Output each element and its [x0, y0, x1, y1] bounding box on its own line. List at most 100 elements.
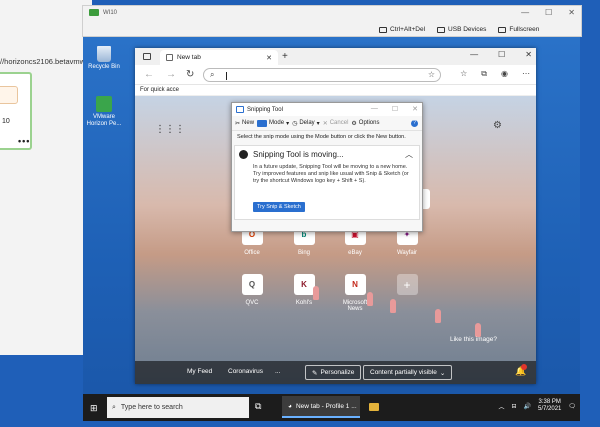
taskbar-search-box[interactable]: ⌕ Type here to search: [107, 397, 249, 418]
notice-title: Snipping Tool is moving...: [253, 150, 344, 160]
microsoft-news-icon: N: [344, 274, 366, 295]
host-card-more-button[interactable]: •••: [18, 136, 30, 146]
edge-maximize-button[interactable]: ☐: [498, 50, 505, 59]
new-tab-button[interactable]: +: [282, 51, 288, 62]
kohls-icon: K: [293, 274, 315, 295]
clock-time: 3:38 PM: [538, 399, 561, 405]
tab-my-feed[interactable]: My Feed: [187, 368, 212, 375]
personalize-button[interactable]: ✎ Personalize: [305, 365, 362, 380]
fullscreen-button[interactable]: Fullscreen: [498, 26, 539, 33]
tab-new-tab[interactable]: New tab ✕: [160, 50, 278, 65]
forward-button[interactable]: →: [166, 69, 176, 80]
desktop-icon-recycle-bin[interactable]: Recycle Bin: [86, 46, 122, 71]
content-visibility-dropdown[interactable]: Content partially visible ⌄: [363, 365, 453, 380]
add-quick-link-button[interactable]: +: [387, 274, 427, 300]
snip-close-button[interactable]: ✕: [412, 105, 418, 113]
cancel-icon: ✕: [322, 120, 328, 127]
background-flamingo: [313, 286, 319, 300]
snipping-tool-window: Snipping Tool — ☐ ✕ ✂ New Mode ▾ ◷ Delay ▾ ✕…: [231, 102, 423, 232]
back-button[interactable]: ←: [144, 69, 154, 80]
vm-window-controls: — ☐ ✕: [521, 8, 575, 17]
tile-label: eBay: [348, 250, 362, 256]
tile-label: Kohl's: [295, 300, 313, 306]
usb-devices-label: USB Devices: [448, 26, 487, 33]
more-topics-button[interactable]: ...: [275, 368, 280, 375]
vm-client-window: WI10 — ☐ ✕ Ctrl+Alt+Del USB Devices Full…: [82, 5, 582, 37]
vm-title-text: WI10: [103, 9, 118, 16]
notification-badge: [521, 364, 527, 370]
remote-desktop: Recycle Bin VMware Horizon Pe... New tab…: [83, 37, 580, 421]
plus-icon: +: [396, 274, 418, 295]
new-snip-icon: ✂: [235, 120, 241, 127]
favorite-star-icon[interactable]: ☆: [428, 70, 435, 79]
tab-actions-icon[interactable]: [143, 53, 151, 60]
page-settings-icon[interactable]: ⚙: [493, 120, 502, 131]
host-desktop-card[interactable]: 10 •••: [0, 72, 32, 150]
app-launcher-icon[interactable]: ⋮⋮⋮: [155, 124, 185, 135]
snipping-tool-title: Snipping Tool: [247, 106, 283, 113]
quick-link-qvc[interactable]: Q QVC: [232, 274, 272, 306]
task-view-icon[interactable]: ⧉: [255, 401, 261, 412]
tray-overflow-icon[interactable]: ︿: [498, 402, 504, 411]
address-input[interactable]: ⌕ ☆: [203, 68, 441, 82]
favorites-icon[interactable]: ☆: [460, 69, 467, 79]
desktop-icon-label: Recycle Bin: [88, 64, 120, 70]
tab-title: New tab: [177, 54, 201, 61]
network-icon[interactable]: ⊟: [512, 403, 517, 410]
edge-minimize-button[interactable]: —: [470, 50, 478, 59]
mode-button[interactable]: Mode ▾: [257, 119, 289, 127]
taskbar: ⊞ ⌕ Type here to search ⧉ ◕ New tab - Pr…: [83, 394, 580, 421]
profile-icon[interactable]: ◉: [501, 69, 508, 79]
keyboard-icon: [379, 26, 387, 33]
options-button[interactable]: ⚙ Options: [351, 120, 379, 127]
tile-label: Wayfair: [396, 250, 418, 256]
taskbar-app-label: New tab - Profile 1 ...: [295, 402, 357, 410]
taskbar-edge-app[interactable]: ◕ New tab - Profile 1 ...: [282, 396, 360, 418]
edge-app-icon: ◕: [288, 402, 292, 410]
cancel-button[interactable]: ✕ Cancel: [323, 120, 349, 127]
collections-icon[interactable]: ⧉: [481, 69, 487, 79]
ctrl-alt-del-button[interactable]: Ctrl+Alt+Del: [379, 26, 425, 33]
like-this-image-link[interactable]: Like this image?: [450, 336, 497, 343]
delay-button[interactable]: ◷ Delay ▾: [292, 120, 320, 127]
favorites-bar: For quick acce: [135, 85, 536, 96]
tab-close-button[interactable]: ✕: [266, 54, 272, 62]
usb-devices-button[interactable]: USB Devices: [437, 26, 486, 33]
edge-close-button[interactable]: ✕: [525, 50, 532, 59]
personalize-label: Personalize: [320, 369, 355, 376]
new-snip-button[interactable]: ✂ New: [235, 120, 254, 127]
mode-icon: [257, 119, 268, 127]
tab-coronavirus[interactable]: Coronavirus: [228, 368, 263, 375]
new-tab-favicon-icon: [166, 54, 173, 61]
action-center-icon[interactable]: 🗨: [568, 403, 576, 410]
taskbar-search-placeholder: Type here to search: [120, 404, 183, 411]
try-snip-sketch-button[interactable]: Try Snip & Sketch: [253, 202, 305, 213]
more-menu-icon[interactable]: ⋯: [522, 69, 530, 79]
clock-icon: ◷: [292, 120, 298, 127]
fullscreen-label: Fullscreen: [509, 26, 540, 33]
host-card-number: 10: [2, 118, 10, 125]
snip-maximize-button[interactable]: ☐: [392, 105, 398, 113]
start-button[interactable]: ⊞: [90, 403, 98, 414]
clock[interactable]: 3:38 PM 5/7/2021: [538, 399, 561, 413]
file-explorer-icon[interactable]: [369, 403, 379, 411]
snip-instruction: Select the snip mode using the Mode butt…: [237, 134, 406, 140]
options-icon: ⚙: [351, 120, 357, 127]
vm-minimize-button[interactable]: —: [521, 8, 529, 17]
search-icon: ⌕: [112, 403, 116, 411]
volume-icon[interactable]: 🔊: [524, 403, 531, 410]
pencil-icon: ✎: [312, 369, 318, 377]
toolbar-icons: ☆ ⧉ ◉ ⋯: [460, 69, 530, 79]
vm-maximize-button[interactable]: ☐: [545, 8, 552, 17]
collapse-chevron-icon[interactable]: ︿: [405, 149, 413, 160]
refresh-button[interactable]: ↻: [186, 69, 194, 80]
vm-close-button[interactable]: ✕: [568, 8, 575, 17]
snip-minimize-button[interactable]: —: [371, 105, 378, 113]
recycle-bin-icon: [97, 46, 111, 62]
snipping-tool-toolbar: ✂ New Mode ▾ ◷ Delay ▾ ✕ Cancel ⚙ Options ?: [232, 116, 422, 131]
tile-label: Office: [244, 250, 260, 256]
help-icon[interactable]: ?: [411, 119, 418, 127]
desktop-icon-vmware-horizon[interactable]: VMware Horizon Pe...: [86, 96, 122, 128]
text-caret: [226, 72, 227, 80]
edge-window-controls: — ☐ ✕: [470, 50, 532, 59]
